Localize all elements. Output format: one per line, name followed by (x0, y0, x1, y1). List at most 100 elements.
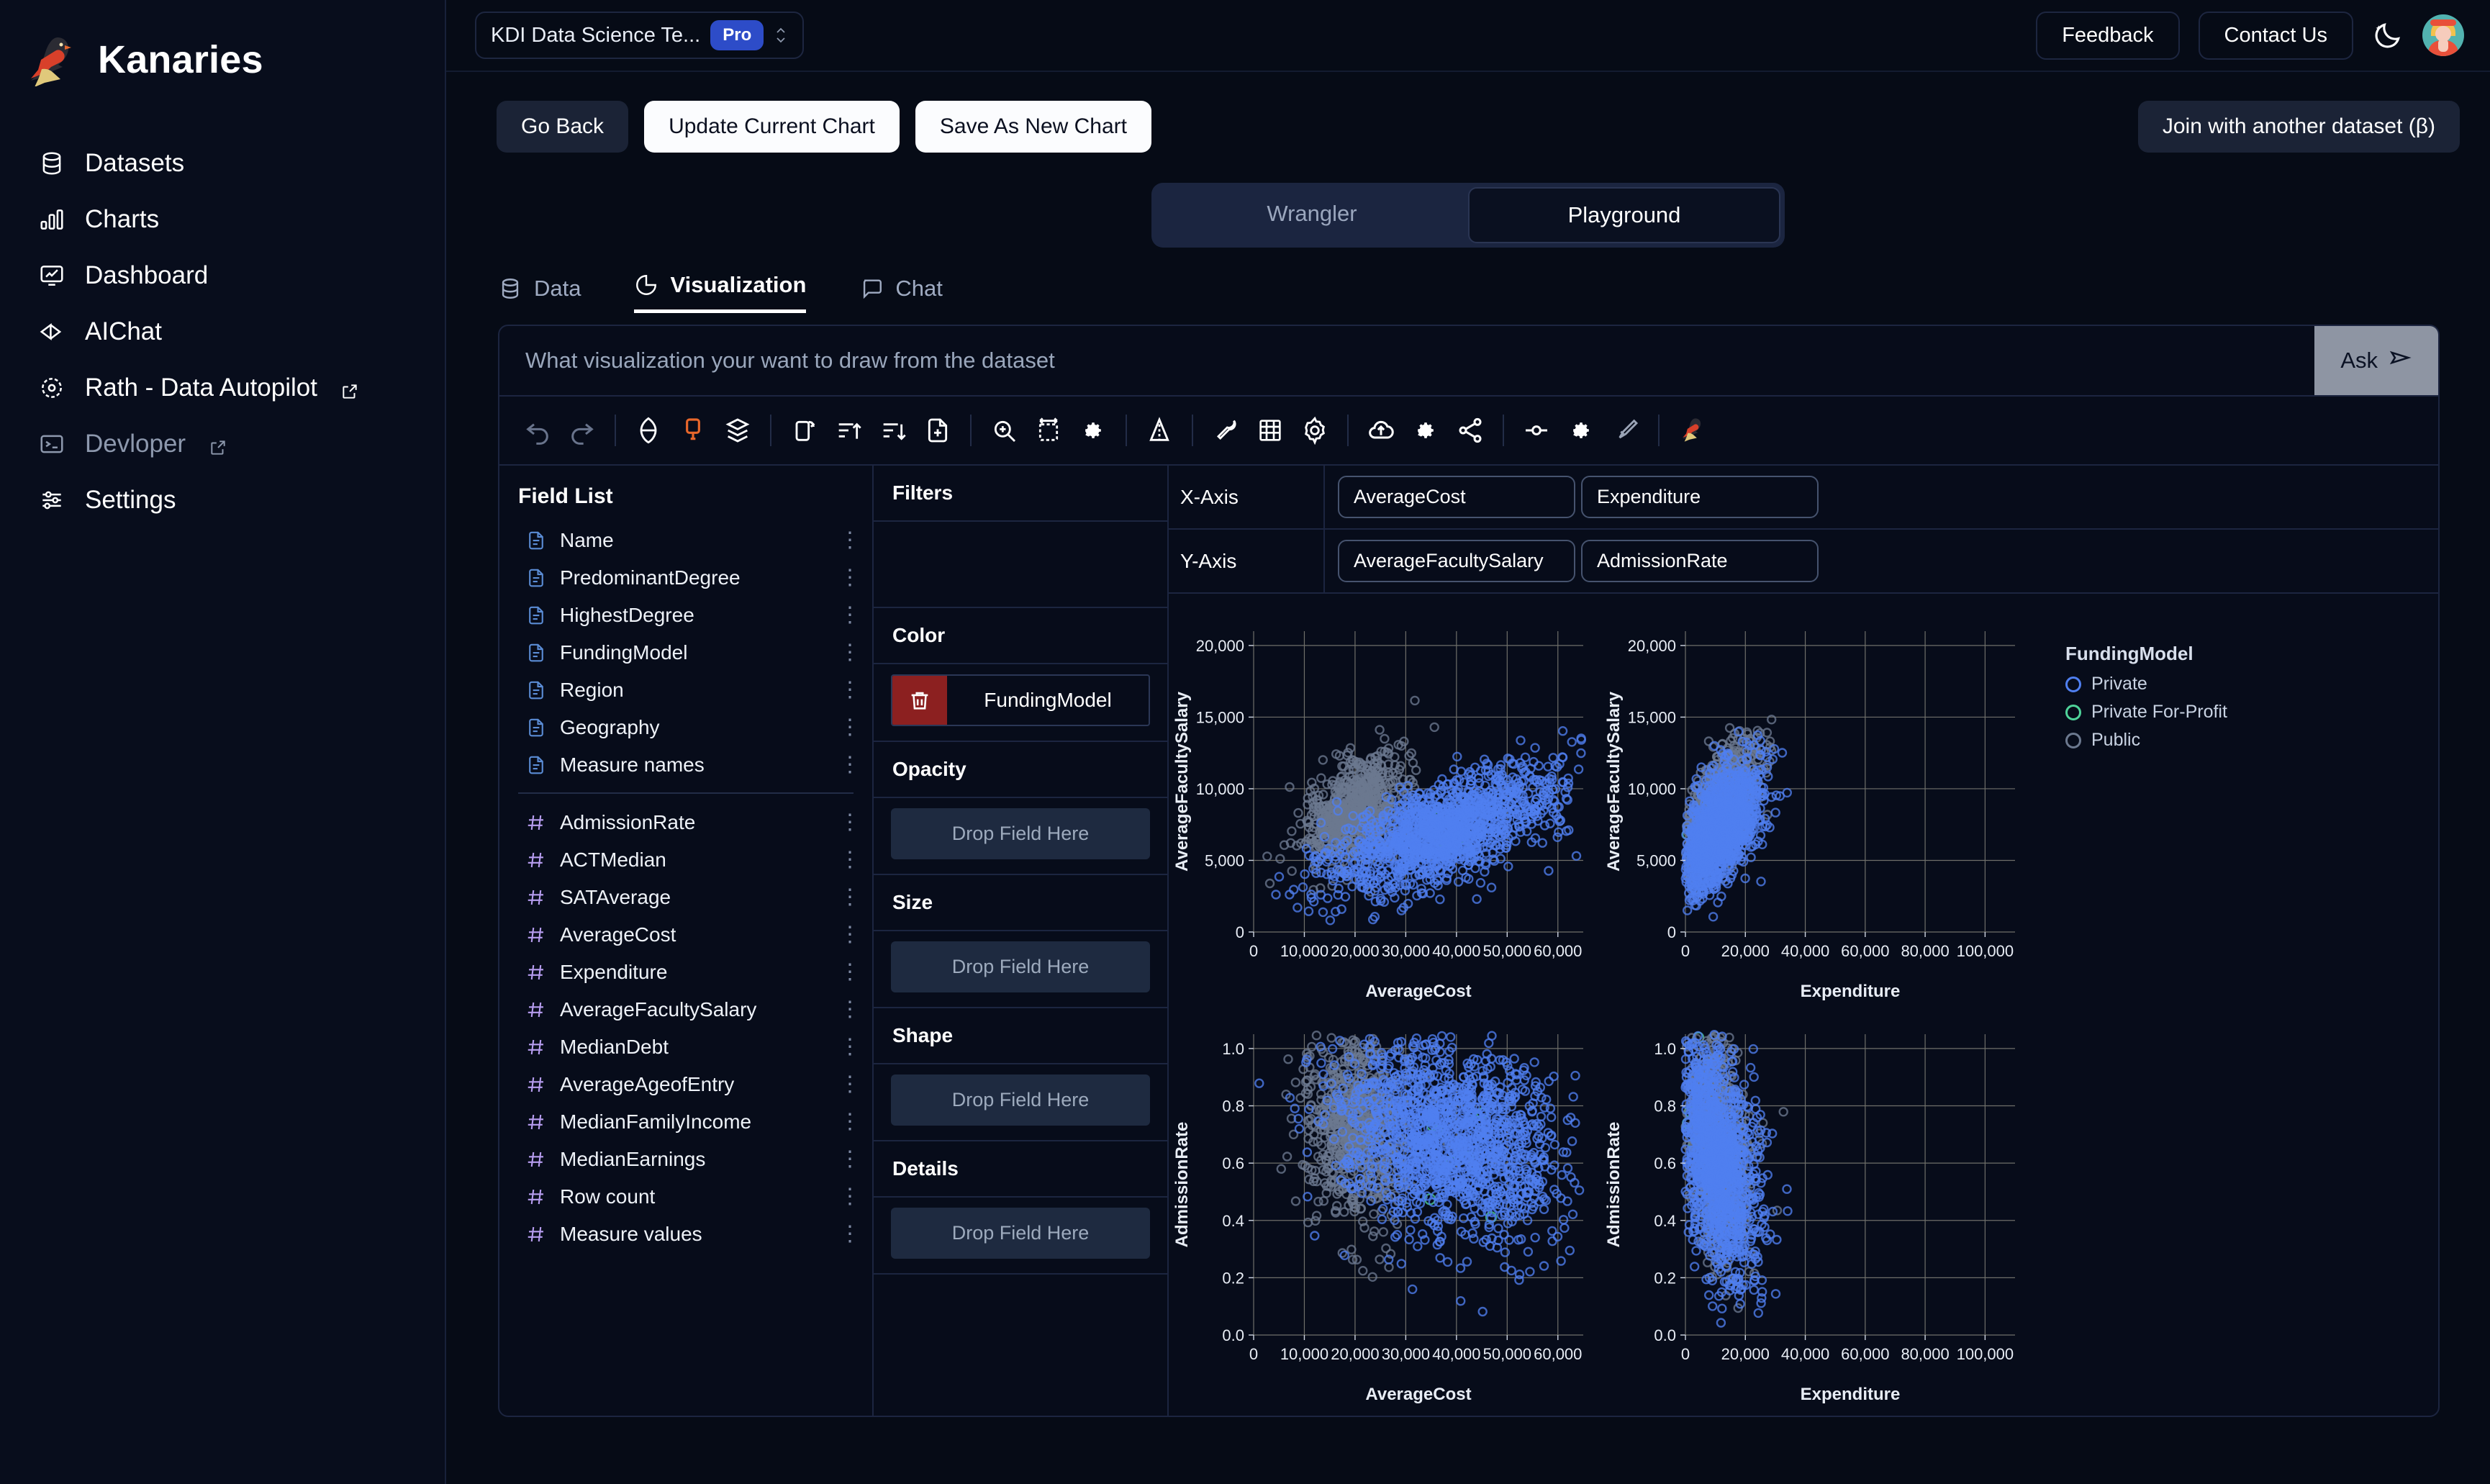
field-row[interactable]: AdmissionRate ⋮ (499, 804, 872, 841)
legend-item[interactable]: Public (2065, 730, 2227, 751)
go-back-button[interactable]: Go Back (497, 101, 629, 153)
cloud-upload-icon[interactable] (1359, 408, 1403, 453)
field-row[interactable]: Region ⋮ (499, 671, 872, 709)
ask-button[interactable]: Ask (2314, 326, 2438, 395)
field-row[interactable]: Name ⋮ (499, 522, 872, 559)
more-vertical-icon[interactable]: ⋮ (839, 849, 861, 871)
paintbrush-icon[interactable] (1603, 408, 1648, 453)
size-dropzone[interactable]: Drop Field Here (874, 931, 1167, 1008)
legend-item[interactable]: Private (2065, 674, 2227, 695)
opacity-dropzone[interactable]: Drop Field Here (874, 798, 1167, 875)
trash-icon[interactable] (892, 676, 947, 725)
field-row[interactable]: AverageAgeofEntry ⋮ (499, 1066, 872, 1103)
y-axis-pill[interactable]: AdmissionRate (1581, 540, 1819, 582)
binding-settings-gear-icon[interactable] (1559, 408, 1603, 453)
more-vertical-icon[interactable]: ⋮ (839, 1074, 861, 1095)
avatar[interactable] (2422, 14, 2464, 56)
tab-visualization[interactable]: Visualization (634, 272, 807, 313)
feedback-button[interactable]: Feedback (2036, 11, 2180, 60)
zoom-in-icon[interactable] (982, 408, 1026, 453)
size-drop-placeholder[interactable]: Drop Field Here (891, 941, 1150, 992)
ask-input[interactable] (499, 326, 2315, 395)
redo-icon[interactable] (560, 408, 605, 453)
field-row[interactable]: MedianFamilyIncome ⋮ (499, 1103, 872, 1141)
layers-icon[interactable] (715, 408, 760, 453)
geo-icon[interactable] (1137, 408, 1182, 453)
workspace-selector[interactable]: KDI Data Science Te... Pro (475, 12, 805, 59)
scatter-plot-0[interactable]: 0 10,000 20,000 30,000 40,000 50,000 60,00005,… (1169, 610, 1601, 1013)
scatter-plot-2[interactable]: 0 10,000 20,000 30,000 40,000 50,000 60,0000.0… (1169, 1013, 1601, 1416)
save-as-new-chart-button[interactable]: Save As New Chart (915, 101, 1151, 153)
moon-icon[interactable] (2372, 19, 2404, 51)
field-row[interactable]: Measure names ⋮ (499, 746, 872, 784)
field-row[interactable]: Measure values ⋮ (499, 1216, 872, 1253)
field-row[interactable]: HighestDegree ⋮ (499, 597, 872, 634)
resize-icon[interactable] (1026, 408, 1071, 453)
more-vertical-icon[interactable]: ⋮ (839, 605, 861, 626)
color-dropzone[interactable]: FundingModel (874, 664, 1167, 742)
export-page-icon[interactable] (915, 408, 960, 453)
tab-chat[interactable]: Chat (859, 276, 943, 313)
more-vertical-icon[interactable]: ⋮ (839, 1036, 861, 1058)
field-row[interactable]: MedianEarnings ⋮ (499, 1141, 872, 1178)
field-row[interactable]: Geography ⋮ (499, 709, 872, 746)
gem-shape-icon[interactable] (626, 408, 671, 453)
more-vertical-icon[interactable]: ⋮ (839, 679, 861, 701)
x-axis-pill[interactable]: Expenditure (1581, 476, 1819, 518)
scatter-plot-3[interactable]: 0 20,000 40,000 60,000 80,000 100,0000.00.20.… (1601, 1013, 2032, 1416)
more-vertical-icon[interactable]: ⋮ (839, 567, 861, 589)
details-drop-placeholder[interactable]: Drop Field Here (891, 1208, 1150, 1259)
sidebar-item-aichat[interactable]: AIChat (0, 304, 445, 360)
mark-type-icon[interactable] (671, 408, 715, 453)
table-icon[interactable] (1248, 408, 1292, 453)
kanaries-bird-icon[interactable] (1670, 408, 1714, 453)
sidebar-item-developer[interactable]: Devloper (0, 416, 445, 472)
sort-descending-icon[interactable] (871, 408, 915, 453)
filters-dropzone[interactable] (874, 522, 1167, 608)
scatter-plot-1[interactable]: 0 20,000 40,000 60,000 80,000 100,000 0 5,000 10… (1601, 610, 2032, 1013)
sidebar-item-dashboard[interactable]: Dashboard (0, 248, 445, 304)
binding-icon[interactable] (1514, 408, 1559, 453)
field-row[interactable]: ACTMedian ⋮ (499, 841, 872, 879)
more-vertical-icon[interactable]: ⋮ (839, 1186, 861, 1208)
x-axis-pill[interactable]: AverageCost (1338, 476, 1575, 518)
more-vertical-icon[interactable]: ⋮ (839, 999, 861, 1021)
tab-data[interactable]: Data (498, 276, 581, 313)
field-row[interactable]: SATAverage ⋮ (499, 879, 872, 916)
y-axis-pill[interactable]: AverageFacultySalary (1338, 540, 1575, 582)
sidebar-item-charts[interactable]: Charts (0, 191, 445, 248)
shape-drop-placeholder[interactable]: Drop Field Here (891, 1074, 1150, 1126)
sidebar-item-rath[interactable]: Rath - Data Autopilot (0, 360, 445, 416)
more-vertical-icon[interactable]: ⋮ (839, 887, 861, 908)
join-dataset-button[interactable]: Join with another dataset (β) (2137, 101, 2460, 153)
tab-wrangler[interactable]: Wrangler (1156, 187, 1468, 243)
wrench-icon[interactable] (1203, 408, 1248, 453)
sidebar-item-settings[interactable]: Settings (0, 472, 445, 528)
more-vertical-icon[interactable]: ⋮ (839, 1111, 861, 1133)
brand[interactable]: Kanaries (0, 20, 445, 87)
field-row[interactable]: Expenditure ⋮ (499, 954, 872, 991)
share-icon[interactable] (1448, 408, 1493, 453)
sidebar-item-datasets[interactable]: Datasets (0, 135, 445, 191)
field-row[interactable]: Row count ⋮ (499, 1178, 872, 1216)
gear-icon[interactable] (1292, 408, 1337, 453)
more-vertical-icon[interactable]: ⋮ (839, 1223, 861, 1245)
more-vertical-icon[interactable]: ⋮ (839, 924, 861, 946)
cloud-settings-gear-icon[interactable] (1403, 408, 1448, 453)
color-field-pill[interactable]: FundingModel (891, 674, 1150, 726)
contact-us-button[interactable]: Contact Us (2198, 11, 2353, 60)
tab-playground[interactable]: Playground (1468, 187, 1780, 243)
transpose-icon[interactable] (782, 408, 826, 453)
x-axis-fields[interactable]: AverageCost Expenditure (1323, 466, 2438, 528)
field-row[interactable]: AverageCost ⋮ (499, 916, 872, 954)
more-vertical-icon[interactable]: ⋮ (839, 1149, 861, 1170)
shape-dropzone[interactable]: Drop Field Here (874, 1064, 1167, 1141)
field-row[interactable]: AverageFacultySalary ⋮ (499, 991, 872, 1028)
more-vertical-icon[interactable]: ⋮ (839, 717, 861, 738)
resize-settings-gear-icon[interactable] (1071, 408, 1115, 453)
field-row[interactable]: PredominantDegree ⋮ (499, 559, 872, 597)
y-axis-fields[interactable]: AverageFacultySalary AdmissionRate (1323, 530, 2438, 592)
opacity-drop-placeholder[interactable]: Drop Field Here (891, 808, 1150, 859)
more-vertical-icon[interactable]: ⋮ (839, 754, 861, 776)
details-dropzone[interactable]: Drop Field Here (874, 1198, 1167, 1275)
